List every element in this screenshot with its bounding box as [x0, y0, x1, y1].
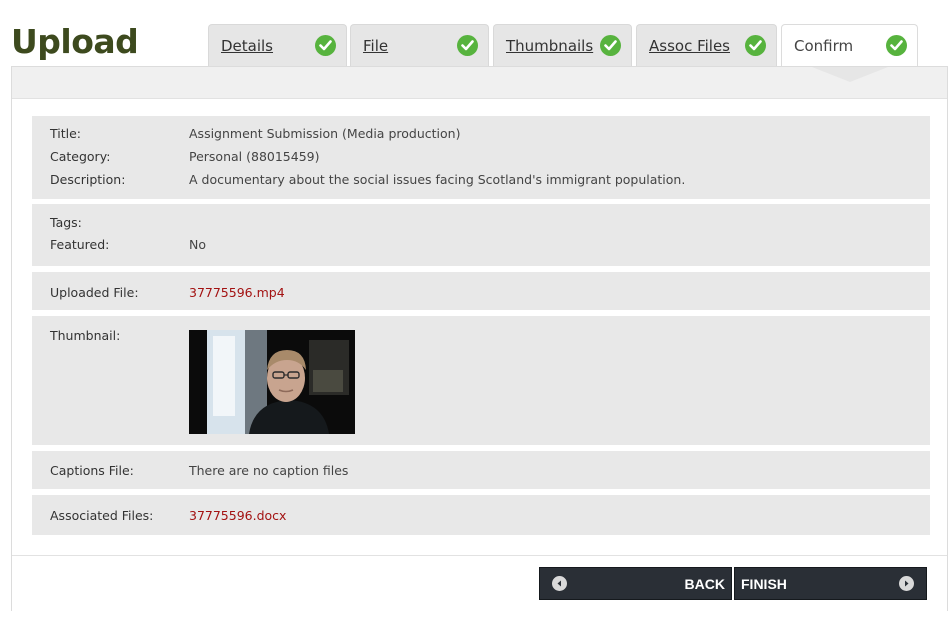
active-tab-pointer	[812, 67, 888, 82]
tab-file[interactable]: File	[350, 24, 489, 66]
arrow-left-icon	[552, 576, 567, 591]
captions-section: Captions File: There are no caption file…	[32, 451, 930, 489]
check-circle-icon	[600, 35, 621, 56]
check-circle-icon	[457, 35, 478, 56]
category-value: Personal (88015459)	[189, 149, 320, 164]
tab-thumbnails-label[interactable]: Thumbnails	[506, 37, 593, 55]
check-circle-icon	[315, 35, 336, 56]
associated-files-section: Associated Files: 37775596.docx	[32, 495, 930, 535]
thumbnail-image	[189, 330, 355, 434]
panel-header-bar	[12, 67, 947, 99]
tab-confirm[interactable]: Confirm	[781, 24, 918, 66]
page-title: Upload	[11, 22, 139, 61]
category-label: Category:	[50, 149, 111, 164]
confirm-panel: Title: Assignment Submission (Media prod…	[11, 66, 948, 612]
tab-file-label[interactable]: File	[363, 37, 388, 55]
featured-label: Featured:	[50, 237, 110, 252]
title-value: Assignment Submission (Media production)	[189, 126, 461, 141]
wizard-footer: BACK FINISH	[12, 555, 947, 612]
tags-section: Tags: Featured: No	[32, 204, 930, 266]
uploaded-file-label: Uploaded File:	[50, 285, 139, 300]
description-value: A documentary about the social issues fa…	[189, 172, 686, 187]
description-label: Description:	[50, 172, 126, 187]
back-button-label: BACK	[684, 576, 725, 592]
check-circle-icon	[886, 35, 907, 56]
arrow-right-icon	[899, 576, 914, 591]
associated-files-label: Associated Files:	[50, 508, 154, 523]
tab-assoc-files[interactable]: Assoc Files	[636, 24, 777, 66]
details-section: Title: Assignment Submission (Media prod…	[32, 116, 930, 199]
tab-confirm-label: Confirm	[794, 37, 854, 55]
uploaded-file-section: Uploaded File: 37775596.mp4	[32, 272, 930, 310]
title-label: Title:	[50, 126, 81, 141]
tab-assoc-files-label[interactable]: Assoc Files	[649, 37, 730, 55]
tab-details-label[interactable]: Details	[221, 37, 273, 55]
uploaded-file-link[interactable]: 37775596.mp4	[189, 285, 285, 300]
thumbnail-label: Thumbnail:	[50, 328, 121, 343]
captions-label: Captions File:	[50, 463, 134, 478]
captions-value: There are no caption files	[189, 463, 349, 478]
back-button[interactable]: BACK	[539, 567, 732, 600]
associated-file-link[interactable]: 37775596.docx	[189, 508, 286, 523]
featured-value: No	[189, 237, 206, 252]
finish-button[interactable]: FINISH	[734, 567, 927, 600]
tab-details[interactable]: Details	[208, 24, 347, 66]
tab-thumbnails[interactable]: Thumbnails	[493, 24, 632, 66]
finish-button-label: FINISH	[741, 576, 787, 592]
check-circle-icon	[745, 35, 766, 56]
tags-label: Tags:	[50, 215, 82, 230]
thumbnail-section: Thumbnail:	[32, 316, 930, 445]
